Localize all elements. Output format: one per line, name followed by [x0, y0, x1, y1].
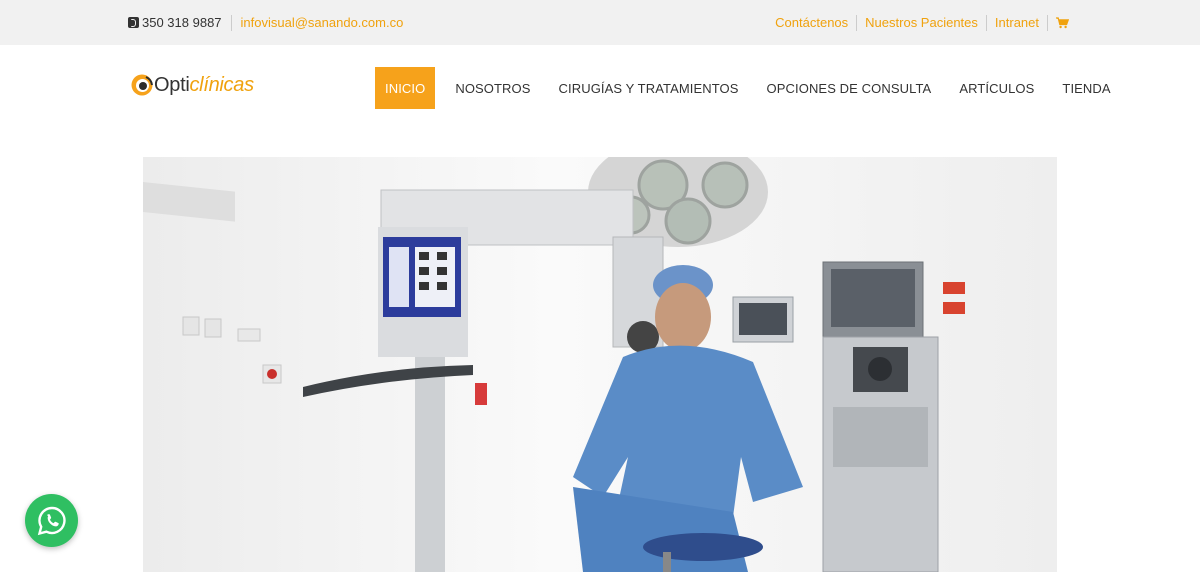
hero-image — [143, 157, 1057, 572]
nav-item-nosotros[interactable]: NOSOTROS — [441, 67, 544, 109]
divider — [230, 14, 232, 31]
divider — [1047, 14, 1048, 31]
contact-info: 350 318 9887 infovisual@sanando.com.co — [128, 0, 403, 45]
surgeon-photo — [143, 157, 1057, 572]
nav-item-opciones[interactable]: OPCIONES DE CONSULTA — [753, 67, 946, 109]
contact-link[interactable]: Contáctenos — [775, 15, 848, 30]
logo-prefix: Opti — [154, 73, 190, 96]
logo-text: Opticlínicas — [154, 74, 254, 97]
divider — [856, 14, 858, 31]
nav-item-inicio[interactable]: INICIO — [375, 67, 436, 109]
intranet-link[interactable]: Intranet — [995, 15, 1039, 30]
top-links: Contáctenos Nuestros Pacientes Intranet — [775, 0, 1070, 45]
nav-item-tienda[interactable]: TIENDA — [1048, 67, 1124, 109]
phone-number[interactable]: 350 318 9887 — [142, 15, 222, 30]
logo-suffix: clínicas — [189, 73, 254, 96]
shopping-cart-icon[interactable] — [1056, 16, 1070, 29]
site-logo[interactable]: Opticlínicas — [130, 70, 254, 100]
whatsapp-button[interactable] — [25, 494, 78, 547]
nav-item-articulos[interactable]: ARTÍCULOS — [945, 67, 1048, 109]
patients-link[interactable]: Nuestros Pacientes — [865, 15, 978, 30]
main-nav: INICIO NOSOTROS CIRUGÍAS Y TRATAMIENTOS … — [375, 67, 1125, 109]
logo-mark-icon — [131, 74, 153, 96]
nav-item-cirugias[interactable]: CIRUGÍAS Y TRATAMIENTOS — [545, 67, 753, 109]
top-bar: 350 318 9887 infovisual@sanando.com.co C… — [0, 0, 1200, 45]
phone-icon — [128, 17, 139, 28]
divider — [985, 14, 987, 31]
whatsapp-icon — [37, 506, 66, 535]
email-link[interactable]: infovisual@sanando.com.co — [241, 15, 404, 30]
